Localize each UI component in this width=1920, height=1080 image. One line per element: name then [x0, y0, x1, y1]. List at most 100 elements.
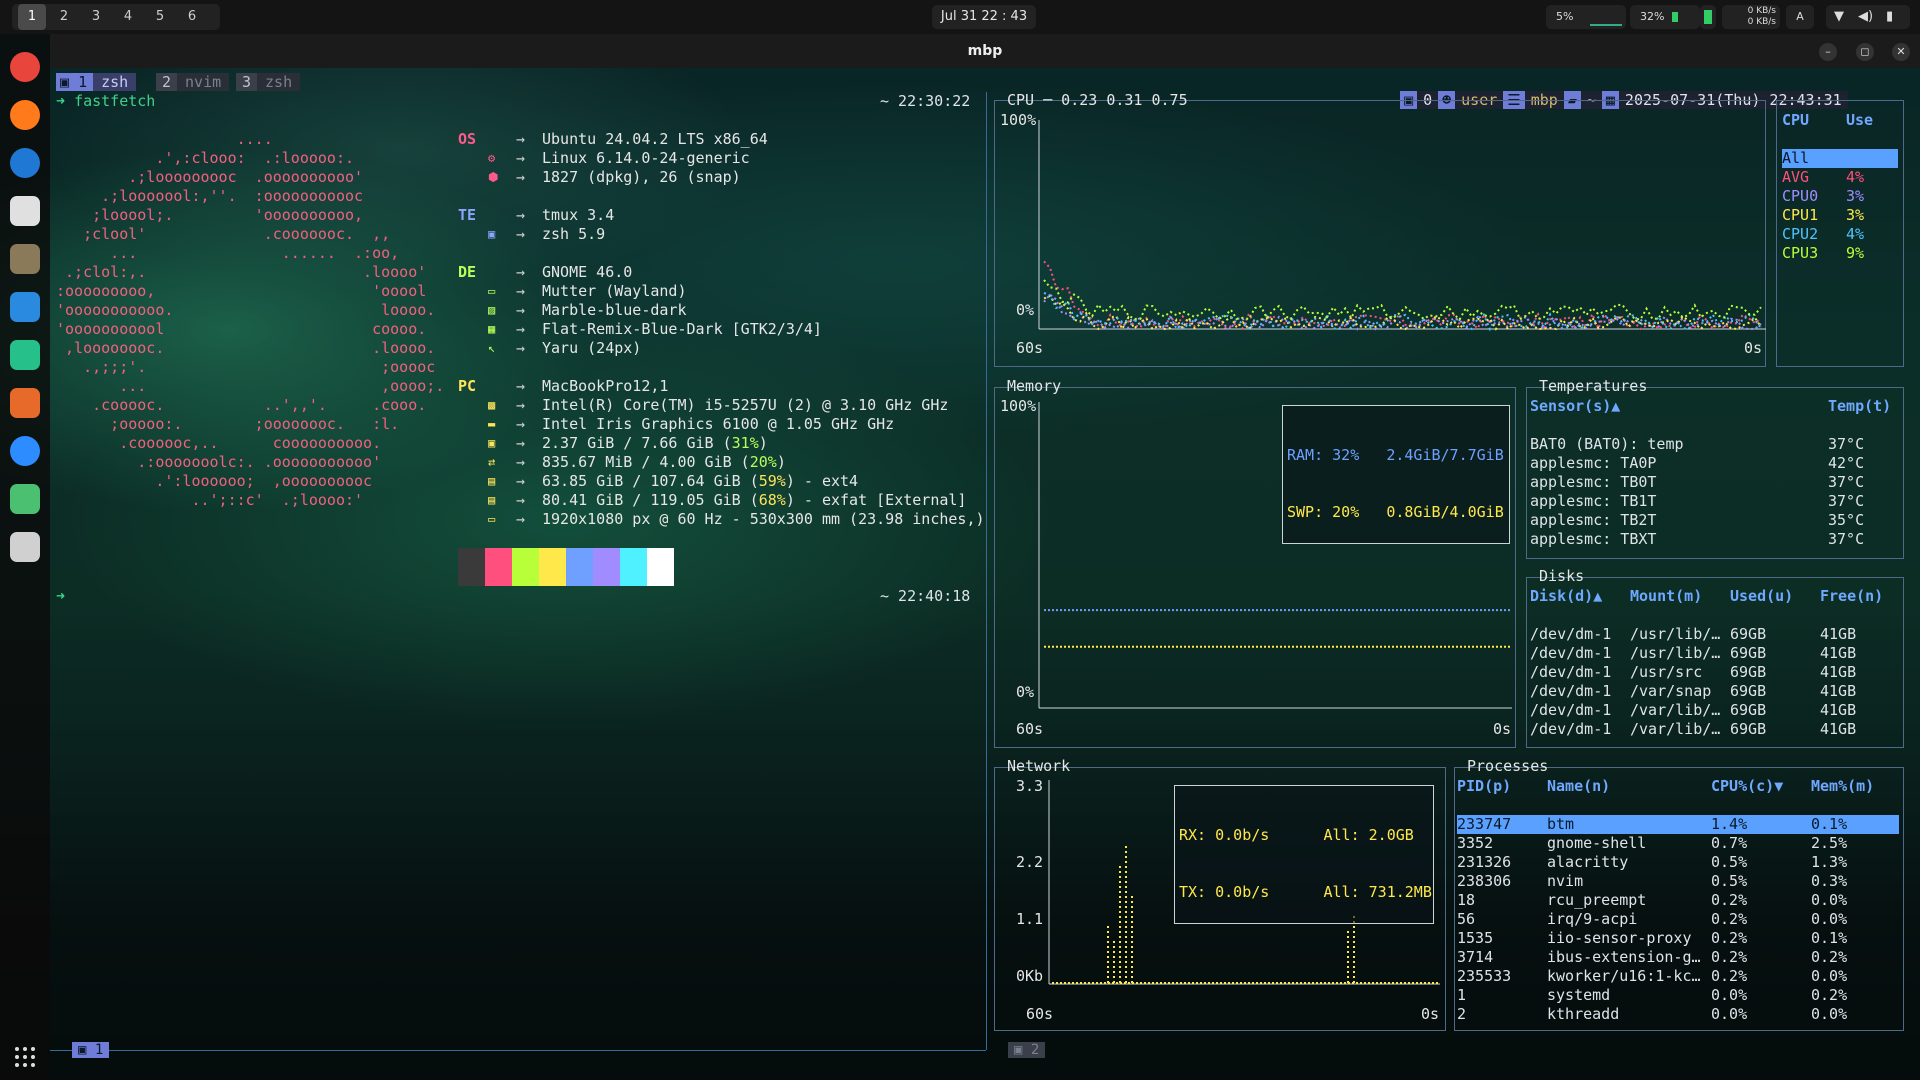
- temperatures-table[interactable]: Sensor(s)▲ Temp(t) BAT0 (BAT0): temp 37°C ap…: [1530, 397, 1898, 549]
- minimize-button[interactable]: –: [1819, 43, 1837, 61]
- disks-table[interactable]: Disk(d)▲ Mount(m) Used(u) Free(n) /dev/dm-1/…: [1530, 587, 1898, 739]
- cpu-legend-row[interactable]: CPU2 4%: [1782, 225, 1898, 244]
- table-row[interactable]: 18 rcu_preempt 0.2% 0.0%: [1457, 891, 1899, 910]
- cpu-legend-row[interactable]: All: [1782, 149, 1898, 168]
- tmux-pane-tab-2[interactable]: ▣ 2: [1008, 1042, 1046, 1058]
- table-row[interactable]: applesmc: TA0P 42°C: [1530, 454, 1898, 473]
- logo-line: 'ooooooooool coooo.: [56, 320, 427, 338]
- info-label: TE: [458, 206, 477, 224]
- arrow-icon: →: [516, 225, 526, 243]
- table-cell: 42°C: [1828, 454, 1865, 472]
- zoom-icon[interactable]: [10, 436, 40, 466]
- close-button[interactable]: ✕: [1892, 43, 1910, 61]
- tmux-tab-1[interactable]: ▣ 1 zsh: [56, 73, 137, 91]
- table-row[interactable]: applesmc: TB2T 35°C: [1530, 511, 1898, 530]
- gimp-icon[interactable]: [10, 244, 40, 274]
- logo-line: ;ooooo:. ;oooooooc. :l.: [56, 415, 400, 433]
- cpu-panel-title: CPU ─ 0.23 0.31 0.75: [1007, 91, 1188, 109]
- processes-table[interactable]: PID(p) Name(n) CPU%(c)▼ Mem%(m) 233747 btm 1.4…: [1457, 777, 1899, 1024]
- network-speed-indicator[interactable]: 0 KB/s 0 KB/s: [1722, 5, 1780, 29]
- info-value: 63.85 GiB / 107.64 GiB (: [542, 472, 759, 490]
- table-row[interactable]: 235533 kworker/u16:1-kc… 0.2% 0.0%: [1457, 967, 1899, 986]
- clock[interactable]: Jul 31 22 : 43: [932, 5, 1036, 29]
- table-row[interactable]: BAT0 (BAT0): temp 37°C: [1530, 435, 1898, 454]
- workspace-5[interactable]: 5: [146, 4, 174, 30]
- arrow-icon: →: [516, 491, 526, 509]
- rx-rate: RX: 0.0b/s: [1179, 826, 1270, 844]
- workspace-2[interactable]: 2: [50, 4, 78, 30]
- swap-value: 0.8GiB/4.0GiB: [1386, 503, 1504, 521]
- maximize-button[interactable]: ◻: [1856, 43, 1874, 61]
- column-header[interactable]: Sensor(s)▲: [1530, 397, 1828, 416]
- cpu-legend-row[interactable]: CPU0 3%: [1782, 187, 1898, 206]
- memory-indicator[interactable]: 32%: [1630, 5, 1700, 29]
- tmux-tab-3[interactable]: 3 zsh: [236, 73, 301, 91]
- table-row[interactable]: 1 systemd 0.0% 0.2%: [1457, 986, 1899, 1005]
- table-row[interactable]: /dev/dm-1/usr/lib/… 69GB 41GB: [1530, 625, 1898, 644]
- column-header[interactable]: Free(n): [1820, 587, 1898, 606]
- window-title: mbp: [967, 43, 1003, 59]
- table-row[interactable]: /dev/dm-1/var/lib/… 69GB 41GB: [1530, 720, 1898, 739]
- cpu-legend-header: CPU Use: [1782, 111, 1898, 130]
- column-header[interactable]: Name(n): [1547, 777, 1711, 796]
- workspace-1[interactable]: 1: [18, 4, 46, 30]
- cpu-legend-row[interactable]: AVG 4%: [1782, 168, 1898, 187]
- table-row[interactable]: 1535 iio-sensor-proxy 0.2% 0.1%: [1457, 929, 1899, 948]
- table-row[interactable]: 3714 ibus-extension-g… 0.2% 0.2%: [1457, 948, 1899, 967]
- memory-y-top: 100%: [1000, 397, 1037, 415]
- archi-icon[interactable]: [10, 388, 40, 418]
- cpu-col-header[interactable]: CPU: [1782, 111, 1846, 130]
- table-row[interactable]: applesmc: TBXT 37°C: [1530, 530, 1898, 549]
- table-row[interactable]: applesmc: TB1T 37°C: [1530, 492, 1898, 511]
- table-row[interactable]: 233747 btm 1.4% 0.1%: [1457, 815, 1899, 834]
- table-row[interactable]: 3352 gnome-shell 0.7% 2.5%: [1457, 834, 1899, 853]
- workspace-3[interactable]: 3: [82, 4, 110, 30]
- table-cell: 235533: [1457, 967, 1512, 985]
- files-icon[interactable]: [10, 196, 40, 226]
- column-header[interactable]: PID(p): [1457, 777, 1547, 796]
- column-header[interactable]: Disk(d)▲: [1530, 587, 1630, 606]
- vscode-icon[interactable]: [10, 292, 40, 322]
- workspace-6[interactable]: 6: [178, 4, 206, 30]
- table-row[interactable]: 231326 alacritty 0.5% 1.3%: [1457, 853, 1899, 872]
- android-studio-icon[interactable]: [10, 484, 40, 514]
- table-row[interactable]: 56 irq/9-acpi 0.2% 0.0%: [1457, 910, 1899, 929]
- keyboard-layout[interactable]: A: [1786, 5, 1814, 29]
- table-row[interactable]: /dev/dm-1/var/lib/… 69GB 41GB: [1530, 701, 1898, 720]
- table-row[interactable]: /dev/dm-1/usr/lib/… 69GB 41GB: [1530, 644, 1898, 663]
- battery-bar-icon: [1700, 5, 1716, 29]
- vscode-insiders-icon[interactable]: [10, 340, 40, 370]
- cpu-legend-row[interactable]: CPU3 9%: [1782, 244, 1898, 263]
- info-value: Intel Iris Graphics 6100 @ 1.05 GHz GHz: [542, 415, 895, 433]
- table-row[interactable]: 2 kthreadd 0.0% 0.0%: [1457, 1005, 1899, 1024]
- column-header[interactable]: Temp(t): [1828, 397, 1898, 416]
- table-row[interactable]: /dev/dm-1/var/snap 69GB 41GB: [1530, 682, 1898, 701]
- info-label: [458, 396, 488, 415]
- column-header[interactable]: Mem%(m): [1811, 777, 1899, 796]
- system-menu[interactable]: ▼ ◀) ▮: [1826, 5, 1910, 29]
- table-cell: alacritty: [1547, 853, 1629, 871]
- firefox-icon[interactable]: [10, 100, 40, 130]
- chrome-icon[interactable]: [10, 52, 40, 82]
- palette-swatch: [539, 548, 566, 586]
- app-grid-icon[interactable]: [14, 1046, 36, 1068]
- logo-line: .',:clooo: .:looooo:.: [56, 149, 355, 167]
- thunderbird-icon[interactable]: [10, 148, 40, 178]
- arrow-icon: →: [516, 510, 526, 528]
- cpu-legend[interactable]: CPU Use All AVG 4% CPU0 3% CPU1 3% CPU2 4% CPU3 9%: [1782, 111, 1898, 263]
- table-cell: 0.3%: [1811, 872, 1848, 890]
- column-header[interactable]: Used(u): [1730, 587, 1820, 606]
- use-col-header[interactable]: Use: [1846, 111, 1873, 130]
- table-cell: 41GB: [1820, 644, 1857, 662]
- column-header[interactable]: Mount(m): [1630, 587, 1730, 606]
- workspace-4[interactable]: 4: [114, 4, 142, 30]
- table-row[interactable]: 238306 nvim 0.5% 0.3%: [1457, 872, 1899, 891]
- cpu-legend-row[interactable]: CPU1 3%: [1782, 206, 1898, 225]
- column-header[interactable]: CPU%(c)▼: [1711, 777, 1811, 796]
- tmux-pane-tab-1[interactable]: ▣ 1: [72, 1042, 110, 1058]
- net-down-value: 0 KB/s: [1747, 6, 1776, 16]
- tmux-tab-2[interactable]: 2 nvim: [156, 73, 230, 91]
- table-row[interactable]: /dev/dm-1/usr/src 69GB 41GB: [1530, 663, 1898, 682]
- trash-icon[interactable]: [10, 532, 40, 562]
- table-row[interactable]: applesmc: TB0T 37°C: [1530, 473, 1898, 492]
